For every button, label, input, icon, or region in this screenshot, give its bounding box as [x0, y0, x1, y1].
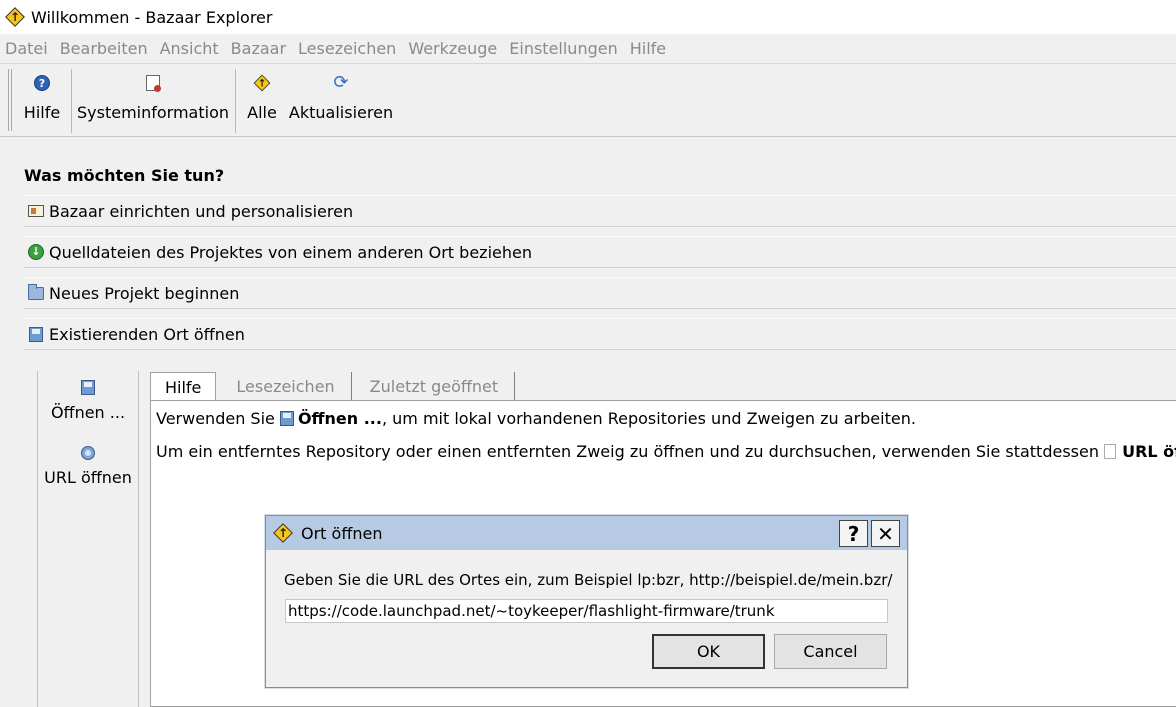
menu-bearbeiten[interactable]: Bearbeiten — [60, 39, 148, 58]
bazaar-diamond-icon: ↑ — [5, 7, 25, 27]
globe-icon — [81, 446, 95, 460]
action-label: Bazaar einrichten und personalisieren — [49, 201, 354, 221]
tab-lesezeichen[interactable]: Lesezeichen — [216, 372, 352, 401]
menu-datei[interactable]: Datei — [5, 39, 48, 58]
toolbar-help-label: Hilfe — [23, 103, 61, 122]
action-row-open-location[interactable]: Existierenden Ort öffnen — [24, 318, 1176, 350]
refresh-icon: ⟳ — [333, 72, 349, 93]
bazaar-diamond-icon: ↑ — [253, 74, 271, 92]
url-input[interactable] — [285, 599, 888, 623]
dialog-title: Ort öffnen — [301, 523, 383, 543]
toolbar-refresh-button[interactable]: ⟳ Aktualisieren — [288, 69, 394, 131]
dialog-help-button[interactable]: ? — [839, 520, 868, 547]
toolbar: ? Hilfe Systeminformation ↑ Alle ⟳ Aktua… — [0, 65, 1176, 137]
dialog-close-button[interactable]: ✕ — [871, 520, 900, 547]
help-url-link: URL öffnen — [1122, 442, 1176, 461]
dialog-title-bar: ↑ Ort öffnen ? ✕ — [266, 516, 907, 550]
menu-lesezeichen[interactable]: Lesezeichen — [298, 39, 396, 58]
toolbar-separator — [235, 69, 236, 133]
open-url-button[interactable]: URL öffnen — [38, 446, 138, 487]
action-label: Neues Projekt beginnen — [49, 283, 240, 303]
toolbar-separator — [71, 69, 72, 133]
toolbar-refresh-label: Aktualisieren — [288, 103, 394, 122]
tab-bar: Hilfe Lesezeichen Zuletzt geöffnet — [150, 372, 516, 401]
action-label: Existierenden Ort öffnen — [49, 324, 245, 344]
folder-icon — [28, 283, 44, 300]
open-side-panel: Öffnen ... URL öffnen — [37, 371, 139, 707]
menu-hilfe[interactable]: Hilfe — [630, 39, 666, 58]
open-url-button-label: URL öffnen — [44, 468, 132, 487]
menu-einstellungen[interactable]: Einstellungen — [509, 39, 617, 58]
help-text: Verwenden Sie — [156, 409, 280, 428]
cancel-button[interactable]: Cancel — [774, 634, 887, 669]
page-heading: Was möchten Sie tun? — [24, 166, 225, 185]
menu-ansicht[interactable]: Ansicht — [160, 39, 219, 58]
ok-button[interactable]: OK — [652, 634, 765, 669]
open-location-icon — [29, 326, 43, 342]
help-text: Um ein entferntes Repository oder einen … — [156, 442, 1105, 461]
action-row-get-sources[interactable]: ↓ Quelldateien des Projektes von einem a… — [24, 236, 1176, 268]
open-button-label: Öffnen ... — [50, 403, 126, 422]
get-arrow-icon: ↓ — [28, 244, 44, 260]
action-row-setup[interactable]: Bazaar einrichten und personalisieren — [24, 195, 1176, 227]
bazaar-diamond-icon: ↑ — [273, 523, 293, 543]
settings-card-icon — [28, 205, 44, 217]
toolbar-all-button[interactable]: ↑ Alle — [244, 69, 280, 131]
document-icon — [1104, 444, 1117, 459]
toolbar-sysinfo-label: Systeminformation — [77, 103, 230, 122]
help-line-url: Um ein entferntes Repository oder einen … — [156, 442, 1176, 461]
dialog-prompt: Geben Sie die URL des Ortes ein, zum Bei… — [284, 571, 893, 589]
window-title-bar: ↑ Willkommen - Bazaar Explorer — [0, 0, 1176, 34]
toolbar-help-button[interactable]: ? Hilfe — [22, 69, 62, 131]
action-row-new-project[interactable]: Neues Projekt beginnen — [24, 277, 1176, 309]
open-location-dialog: ↑ Ort öffnen ? ✕ Geben Sie die URL des O… — [265, 515, 908, 688]
open-icon — [81, 380, 95, 395]
tab-hilfe[interactable]: Hilfe — [150, 372, 217, 401]
action-label: Quelldateien des Projektes von einem and… — [49, 242, 532, 262]
help-icon: ? — [34, 75, 50, 91]
help-open-link: Öffnen ... — [297, 409, 382, 428]
toolbar-sysinfo-button[interactable]: Systeminformation — [77, 69, 229, 131]
help-text: , um mit lokal vorhandenen Repositories … — [381, 409, 916, 428]
open-icon — [279, 411, 294, 426]
open-button[interactable]: Öffnen ... — [38, 380, 138, 422]
menu-werkzeuge[interactable]: Werkzeuge — [408, 39, 497, 58]
menu-bar: Datei Bearbeiten Ansicht Bazaar Lesezeic… — [0, 34, 1176, 64]
tab-zuletzt-geoeffnet[interactable]: Zuletzt geöffnet — [352, 372, 516, 401]
menu-bazaar[interactable]: Bazaar — [231, 39, 286, 58]
toolbar-grip[interactable] — [8, 69, 12, 131]
help-line-open: Verwenden Sie Öffnen ..., um mit lokal v… — [156, 409, 916, 428]
system-info-icon — [146, 75, 161, 92]
toolbar-all-label: Alle — [247, 103, 277, 122]
window-title: Willkommen - Bazaar Explorer — [31, 7, 273, 27]
